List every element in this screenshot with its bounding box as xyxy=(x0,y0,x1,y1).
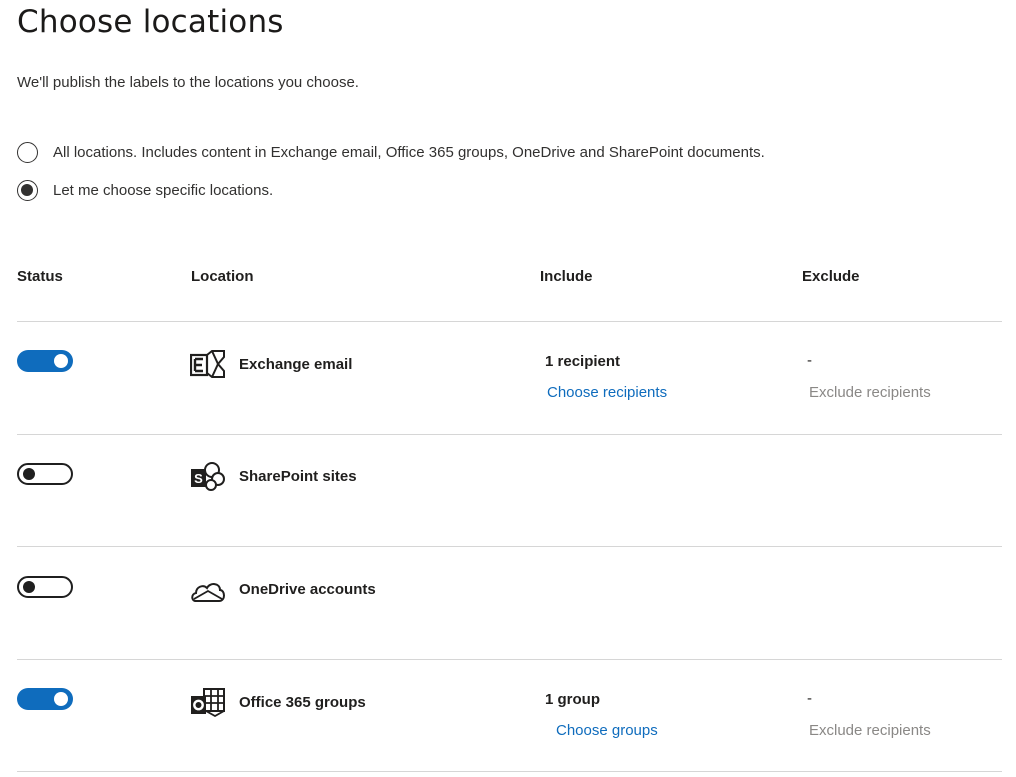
row-divider xyxy=(17,771,1002,772)
radio-specific-locations-label: Let me choose specific locations. xyxy=(53,182,274,199)
page-title: Choose locations xyxy=(17,4,284,40)
row-divider xyxy=(17,546,1002,547)
row-divider xyxy=(17,321,1002,322)
location-name: SharePoint sites xyxy=(239,468,357,485)
column-header-include: Include xyxy=(540,268,593,285)
choose-recipients-link[interactable]: Choose recipients xyxy=(547,384,667,401)
radio-all-locations[interactable]: All locations. Includes content in Excha… xyxy=(17,142,765,163)
column-header-location: Location xyxy=(191,268,254,285)
row-divider xyxy=(17,659,1002,660)
exclude-value: - xyxy=(807,690,812,707)
column-header-status: Status xyxy=(17,268,63,285)
location-name: Exchange email xyxy=(239,356,353,373)
include-count: 1 group xyxy=(545,691,600,708)
status-toggle-sharepoint[interactable] xyxy=(17,463,73,485)
sharepoint-icon: S xyxy=(191,462,225,491)
exclude-value: - xyxy=(807,352,812,369)
column-header-exclude: Exclude xyxy=(802,268,860,285)
radio-button-checked[interactable] xyxy=(17,180,38,201)
radio-all-locations-label: All locations. Includes content in Excha… xyxy=(53,144,765,161)
row-divider xyxy=(17,434,1002,435)
radio-button-unchecked[interactable] xyxy=(17,142,38,163)
svg-text:S: S xyxy=(194,471,203,486)
include-count: 1 recipient xyxy=(545,353,621,370)
radio-specific-locations[interactable]: Let me choose specific locations. xyxy=(17,180,273,201)
location-name: OneDrive accounts xyxy=(239,581,376,598)
office365-groups-icon xyxy=(191,688,225,717)
exclude-recipients-link[interactable]: Exclude recipients xyxy=(809,722,931,739)
status-toggle-exchange[interactable] xyxy=(17,350,73,372)
choose-groups-link[interactable]: Choose groups xyxy=(556,722,658,739)
exchange-icon xyxy=(190,350,225,378)
status-toggle-office365-groups[interactable] xyxy=(17,688,73,710)
onedrive-icon xyxy=(191,583,225,602)
location-name: Office 365 groups xyxy=(239,694,366,711)
status-toggle-onedrive[interactable] xyxy=(17,576,73,598)
exclude-recipients-link[interactable]: Exclude recipients xyxy=(809,384,931,401)
page-subtitle: We'll publish the labels to the location… xyxy=(17,74,359,91)
